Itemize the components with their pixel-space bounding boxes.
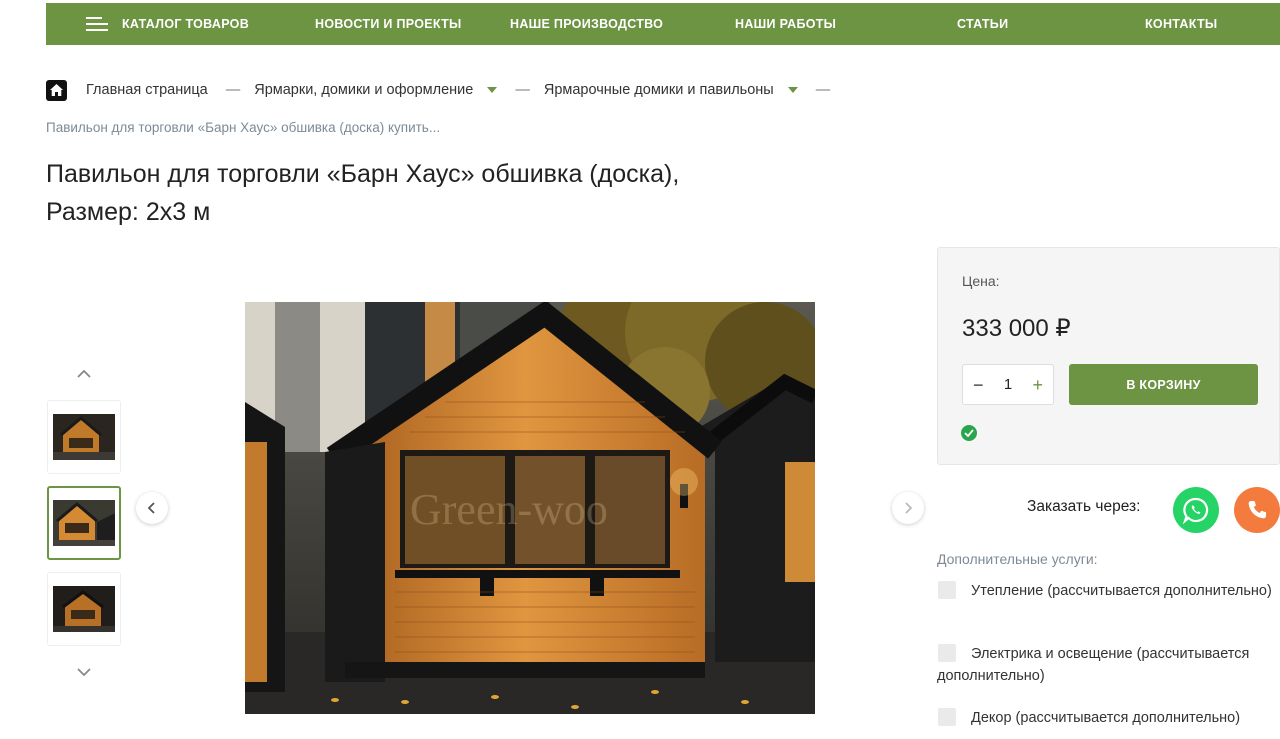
extra-option-decor: Декор (рассчитывается дополнительно) (937, 707, 1277, 729)
pavilion-photo: Green-woo (245, 302, 815, 714)
thumbnail-3[interactable] (47, 572, 121, 646)
quantity-stepper: − + (962, 364, 1054, 405)
chevron-right-icon (905, 502, 913, 514)
breadcrumb: Главная страница — Ярмарки, домики и офо… (46, 79, 844, 101)
order-via-label: Заказать через: (1027, 498, 1141, 515)
pavilion-thumbnail-image (53, 586, 115, 632)
add-to-cart-button[interactable]: В КОРЗИНУ (1069, 364, 1258, 405)
chevron-down-icon[interactable] (787, 87, 798, 93)
electrics-checkbox[interactable] (938, 644, 956, 662)
watermark-text: Green-woo (410, 485, 608, 534)
extra-option-electrics: Электрика и освещение (рассчитывается до… (937, 643, 1277, 687)
nav-articles[interactable]: СТАТЬИ (957, 3, 1008, 45)
chevron-down-icon[interactable] (487, 87, 498, 93)
price-value: 333 000 ₽ (962, 315, 1071, 342)
qty-plus-button[interactable]: + (1032, 376, 1043, 394)
breadcrumb-fairs[interactable]: Ярмарки, домики и оформление (254, 82, 473, 98)
extra-option-label: Декор (рассчитывается дополнительно) (971, 710, 1241, 726)
thumbnail-2[interactable] (47, 486, 121, 560)
nav-news[interactable]: НОВОСТИ И ПРОЕКТЫ (315, 3, 462, 45)
phone-icon (1248, 501, 1266, 519)
chevron-left-icon (147, 502, 155, 514)
thumbnail-1[interactable] (47, 400, 121, 474)
breadcrumb-separator: — (515, 82, 530, 98)
slide-prev-button[interactable] (136, 492, 168, 524)
title-line-2: Размер: 2х3 м (46, 198, 211, 226)
decor-checkbox[interactable] (938, 708, 956, 726)
nav-production[interactable]: НАШЕ ПРОИЗВОДСТВО (510, 3, 663, 45)
breadcrumb-pavilions[interactable]: Ярмарочные домики и павильоны (544, 82, 774, 98)
page-title: Павильон для торговли «Барн Хаус» обшивк… (46, 155, 806, 231)
whatsapp-icon (1182, 497, 1209, 524)
qty-minus-button[interactable]: − (973, 376, 984, 394)
extras-label: Дополнительные услуги: (937, 551, 1098, 567)
insulation-checkbox[interactable] (938, 581, 956, 599)
price-label: Цена: (962, 273, 1000, 289)
phone-button[interactable] (1234, 487, 1280, 533)
title-line-1: Павильон для торговли «Барн Хаус» обшивк… (46, 160, 680, 188)
pavilion-thumbnail-image (53, 414, 115, 460)
in-stock-icon (961, 425, 977, 441)
breadcrumb-separator: — (815, 82, 831, 98)
extra-option-label: Утепление (рассчитывается дополнительно) (971, 583, 1272, 599)
catalog-label: КАТАЛОГ ТОВАРОВ (122, 17, 250, 31)
price-box: Цена: 333 000 ₽ − + В КОРЗИНУ (937, 247, 1280, 465)
whatsapp-button[interactable] (1173, 487, 1219, 533)
thumbs-down-icon[interactable] (74, 665, 94, 679)
breadcrumb-current: Павильон для торговли «Барн Хаус» обшивк… (46, 120, 441, 135)
extra-option-label: Электрика и освещение (рассчитывается до… (937, 646, 1250, 684)
breadcrumb-home[interactable]: Главная страница (86, 82, 208, 98)
nav-works[interactable]: НАШИ РАБОТЫ (735, 3, 836, 45)
top-navigation: КАТАЛОГ ТОВАРОВ НОВОСТИ И ПРОЕКТЫ НАШЕ П… (46, 3, 1280, 45)
catalog-menu-button[interactable]: КАТАЛОГ ТОВАРОВ (86, 3, 249, 45)
breadcrumb-separator: — (225, 82, 241, 98)
thumbs-up-icon[interactable] (74, 367, 94, 381)
slide-next-button[interactable] (892, 492, 924, 524)
extra-option-insulation: Утепление (рассчитывается дополнительно) (937, 580, 1277, 602)
product-main-image: Green-woo (245, 302, 815, 714)
nav-contacts[interactable]: КОНТАКТЫ (1145, 3, 1217, 45)
qty-input[interactable] (993, 376, 1023, 393)
home-icon[interactable] (46, 79, 67, 101)
hamburger-icon (86, 17, 108, 31)
pavilion-thumbnail-image (53, 500, 115, 546)
